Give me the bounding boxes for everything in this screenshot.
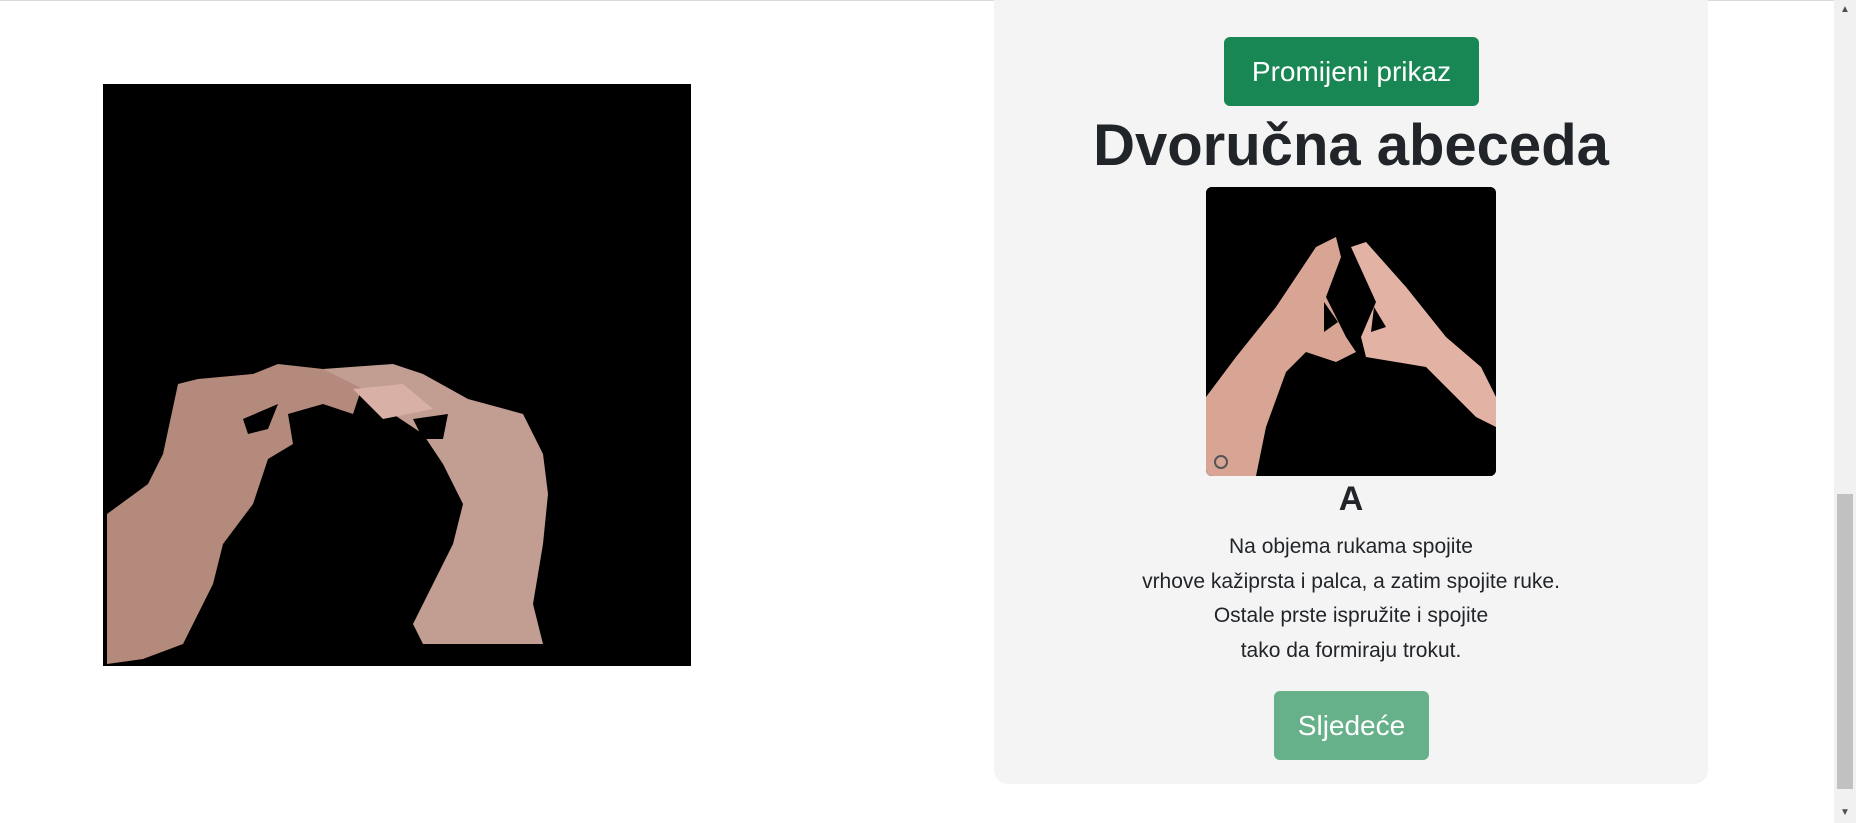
scrollbar-thumb[interactable] xyxy=(1837,494,1853,789)
description-line: Na objema rukama spojite xyxy=(1229,535,1473,558)
sign-hands-illustration xyxy=(1206,187,1496,476)
page-title: Dvoručna abeceda xyxy=(1093,113,1609,178)
sign-reference-image xyxy=(1206,187,1496,476)
sign-letter: A xyxy=(1338,480,1364,518)
change-view-button[interactable]: Promijeni prikaz xyxy=(1224,37,1479,106)
sign-description: Na objema rukama spojite vrhove kažiprst… xyxy=(994,530,1708,668)
webcam-hands-image xyxy=(103,84,691,666)
description-line: vrhove kažiprsta i palca, a zatim spojit… xyxy=(1142,569,1560,593)
vertical-scrollbar[interactable]: ▲ ▼ xyxy=(1834,0,1856,823)
chevron-up-icon[interactable]: ▲ xyxy=(1834,0,1856,20)
description-line: Ostale prste ispružite i spojite xyxy=(1213,604,1489,627)
next-button[interactable]: Sljedeće xyxy=(1274,691,1429,760)
description-line: tako da formiraju trokut. xyxy=(1240,638,1462,662)
webcam-feed xyxy=(103,84,691,666)
chevron-down-icon[interactable]: ▼ xyxy=(1834,803,1856,823)
